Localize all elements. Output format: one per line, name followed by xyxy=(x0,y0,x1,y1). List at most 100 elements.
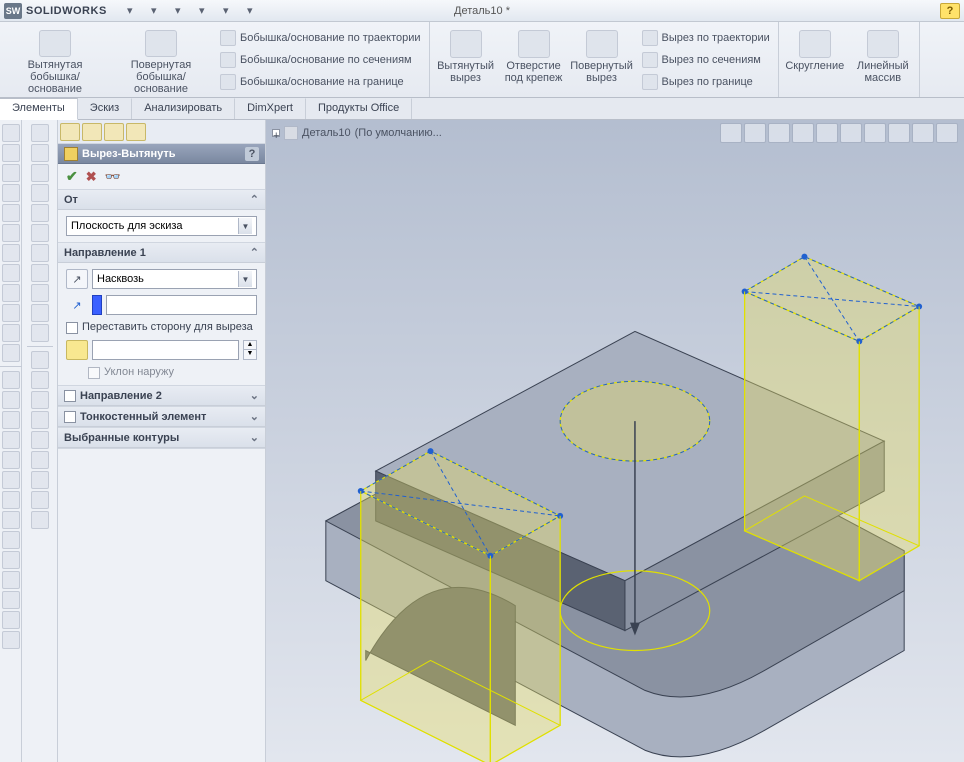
tool-icon[interactable] xyxy=(2,204,20,222)
view-orientation-icon[interactable] xyxy=(816,123,838,143)
end-condition-dropdown[interactable]: Насквозь ▼ xyxy=(92,269,257,289)
from-header[interactable]: От⌃ xyxy=(58,190,265,210)
tab-office[interactable]: Продукты Office xyxy=(306,98,412,119)
dim-tab-icon[interactable] xyxy=(126,123,146,141)
draft-angle-input[interactable] xyxy=(92,340,239,360)
tool-icon[interactable] xyxy=(2,611,20,629)
tool-icon[interactable] xyxy=(31,224,49,242)
tab-sketch[interactable]: Эскиз xyxy=(78,98,132,119)
tool-icon[interactable] xyxy=(31,164,49,182)
tool-icon[interactable] xyxy=(31,451,49,469)
loft-cut-button[interactable]: Вырез по сечениям xyxy=(638,50,774,70)
tool-icon[interactable] xyxy=(2,264,20,282)
edit-appearance-icon[interactable] xyxy=(888,123,910,143)
display-style-icon[interactable] xyxy=(840,123,862,143)
view-settings-icon[interactable] xyxy=(936,123,958,143)
tab-analyze[interactable]: Анализировать xyxy=(132,98,235,119)
tool-icon[interactable] xyxy=(31,124,49,142)
tool-icon[interactable] xyxy=(2,411,20,429)
options-button[interactable] xyxy=(287,2,309,20)
tool-icon[interactable] xyxy=(2,224,20,242)
print-button[interactable]: ▾ xyxy=(191,2,213,20)
tool-icon[interactable] xyxy=(2,511,20,529)
new-button[interactable]: ▾ xyxy=(119,2,141,20)
tool-icon[interactable] xyxy=(2,284,20,302)
boundary-boss-button[interactable]: Бобышка/основание на границе xyxy=(216,72,425,92)
from-dropdown[interactable]: Плоскость для эскиза ▼ xyxy=(66,216,257,236)
tool-icon[interactable] xyxy=(31,264,49,282)
tool-icon[interactable] xyxy=(2,184,20,202)
linear-pattern-button[interactable]: Линейный массив xyxy=(851,24,915,95)
tool-icon[interactable] xyxy=(31,144,49,162)
tool-icon[interactable] xyxy=(31,304,49,322)
draft-button[interactable] xyxy=(66,340,88,360)
property-tab-icon[interactable] xyxy=(82,123,102,141)
viewport[interactable]: + Деталь10 (По умолчанию... xyxy=(266,120,964,762)
hide-show-icon[interactable] xyxy=(864,123,886,143)
boundary-cut-button[interactable]: Вырез по границе xyxy=(638,72,774,92)
tool-icon[interactable] xyxy=(31,184,49,202)
revolve-cut-button[interactable]: Повернутый вырез xyxy=(570,24,634,95)
tool-icon[interactable] xyxy=(2,631,20,649)
flip-side-checkbox[interactable]: Переставить сторону для выреза xyxy=(66,321,257,334)
tool-icon[interactable] xyxy=(2,431,20,449)
tool-icon[interactable] xyxy=(2,144,20,162)
tool-icon[interactable] xyxy=(2,124,20,142)
tab-features[interactable]: Элементы xyxy=(0,98,78,120)
ok-button[interactable]: ✔ xyxy=(66,168,78,185)
feature-tree-tab-icon[interactable] xyxy=(60,123,80,141)
tool-icon[interactable] xyxy=(2,551,20,569)
tool-icon[interactable] xyxy=(2,371,20,389)
tool-icon[interactable] xyxy=(2,304,20,322)
expand-icon[interactable]: + xyxy=(272,129,280,137)
previous-view-icon[interactable] xyxy=(768,123,790,143)
help-button[interactable]: ? xyxy=(940,3,960,19)
direction1-header[interactable]: Направление 1⌃ xyxy=(58,243,265,263)
tool-icon[interactable] xyxy=(2,344,20,362)
config-tab-icon[interactable] xyxy=(104,123,124,141)
tool-icon[interactable] xyxy=(2,324,20,342)
tool-icon[interactable] xyxy=(2,164,20,182)
sketch-rectangle-right[interactable] xyxy=(742,254,922,581)
tool-icon[interactable] xyxy=(2,491,20,509)
tab-dimxpert[interactable]: DimXpert xyxy=(235,98,306,119)
tool-icon[interactable] xyxy=(31,204,49,222)
feature-tree-breadcrumb[interactable]: + Деталь10 (По умолчанию... xyxy=(272,126,442,140)
cancel-button[interactable]: ✖ xyxy=(86,169,97,185)
tool-icon[interactable] xyxy=(31,431,49,449)
tool-icon[interactable] xyxy=(2,591,20,609)
revolve-boss-button[interactable]: Повернутая бобышка/основание xyxy=(110,24,212,95)
zoom-fit-icon[interactable] xyxy=(720,123,742,143)
tool-icon[interactable] xyxy=(31,324,49,342)
loft-boss-button[interactable]: Бобышка/основание по сечениям xyxy=(216,50,425,70)
section-view-icon[interactable] xyxy=(792,123,814,143)
reverse-direction-button[interactable]: ↗ xyxy=(66,269,88,289)
hole-wizard-button[interactable]: Отверстие под крепеж xyxy=(502,24,566,95)
tool-icon[interactable] xyxy=(31,491,49,509)
tool-icon[interactable] xyxy=(31,371,49,389)
spinner-down[interactable]: ▼ xyxy=(243,350,257,360)
tool-icon[interactable] xyxy=(31,391,49,409)
selected-contours-header[interactable]: Выбранные контуры⌄ xyxy=(58,428,265,448)
tool-icon[interactable] xyxy=(31,244,49,262)
thin-feature-header[interactable]: Тонкостенный элемент⌄ xyxy=(58,407,265,427)
tool-icon[interactable] xyxy=(31,351,49,369)
zoom-area-icon[interactable] xyxy=(744,123,766,143)
direction-input[interactable] xyxy=(106,295,257,315)
tool-icon[interactable] xyxy=(2,451,20,469)
model-view[interactable] xyxy=(266,160,964,762)
undo-button[interactable]: ▾ xyxy=(215,2,237,20)
tool-icon[interactable] xyxy=(31,284,49,302)
apply-scene-icon[interactable] xyxy=(912,123,934,143)
checkbox-icon[interactable] xyxy=(64,390,76,402)
swept-boss-button[interactable]: Бобышка/основание по траектории xyxy=(216,28,425,48)
select-button[interactable]: ▾ xyxy=(239,2,261,20)
tool-icon[interactable] xyxy=(31,471,49,489)
spinner-up[interactable]: ▲ xyxy=(243,340,257,350)
tool-icon[interactable] xyxy=(2,471,20,489)
swept-cut-button[interactable]: Вырез по траектории xyxy=(638,28,774,48)
tool-icon[interactable] xyxy=(2,391,20,409)
checkbox-icon[interactable] xyxy=(64,411,76,423)
rebuild-button[interactable] xyxy=(263,2,285,20)
panel-help-button[interactable]: ? xyxy=(245,147,259,161)
